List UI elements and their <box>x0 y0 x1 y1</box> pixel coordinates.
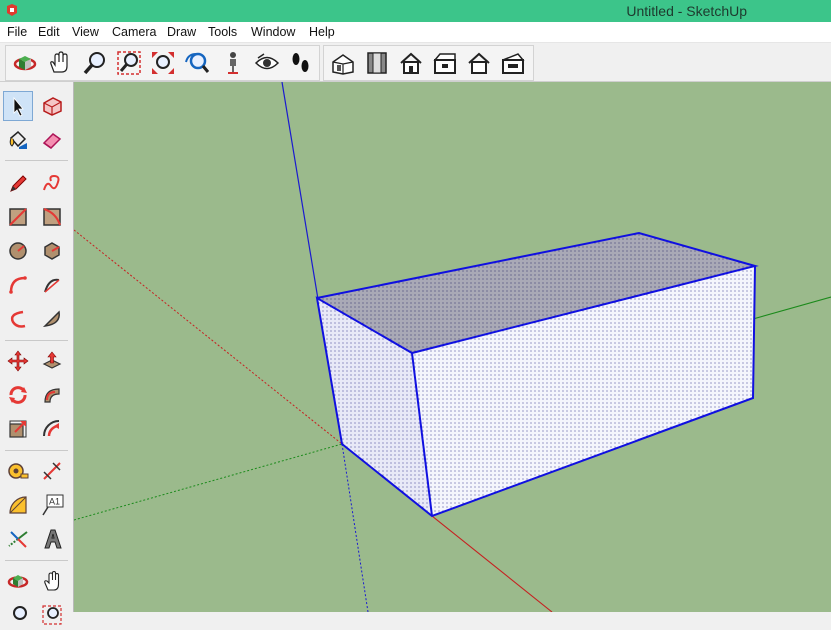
dimension-icon[interactable] <box>37 456 67 486</box>
make-component-icon[interactable] <box>37 91 67 121</box>
3d-text-icon[interactable] <box>37 524 67 554</box>
menu-tools[interactable]: Tools <box>208 25 237 39</box>
text-label-icon[interactable]: A1 <box>37 490 67 520</box>
menu-window[interactable]: Window <box>251 25 295 39</box>
zoom-window-icon[interactable] <box>37 600 67 630</box>
menu-help[interactable]: Help <box>309 25 335 39</box>
blue-axis-lower <box>341 443 369 612</box>
top-toolbar <box>0 43 831 82</box>
text-label-glyph: A1 <box>49 497 60 507</box>
back-view-icon[interactable] <box>464 48 494 78</box>
sketchup-logo-icon <box>7 4 17 16</box>
rotated-rectangle-icon[interactable] <box>37 202 67 232</box>
orbit-icon[interactable] <box>10 48 40 78</box>
pan-hand-icon[interactable] <box>44 48 74 78</box>
toolbar-separator <box>5 340 68 341</box>
menu-view[interactable]: View <box>72 25 99 39</box>
title-bar[interactable]: Untitled - SketchUp <box>0 0 831 22</box>
rotate-icon[interactable] <box>3 380 33 410</box>
drawing-viewport[interactable] <box>74 82 831 612</box>
right-view-icon[interactable] <box>430 48 460 78</box>
red-axis-negative <box>74 229 343 445</box>
views-toolbar <box>323 45 534 81</box>
iso-view-icon[interactable] <box>328 48 358 78</box>
menu-draw[interactable]: Draw <box>167 25 196 39</box>
protractor-icon[interactable] <box>3 490 33 520</box>
top-view-icon[interactable] <box>362 48 392 78</box>
front-view-icon[interactable] <box>396 48 426 78</box>
model-canvas[interactable] <box>74 82 831 612</box>
zoom-icon[interactable] <box>3 600 33 630</box>
toolbar-separator <box>5 560 68 561</box>
scale-icon[interactable] <box>3 414 33 444</box>
two-point-arc-icon[interactable] <box>37 270 67 300</box>
follow-me-icon[interactable] <box>37 380 67 410</box>
polygon-icon[interactable] <box>37 236 67 266</box>
axes-icon[interactable] <box>3 524 33 554</box>
previous-view-icon[interactable] <box>182 48 212 78</box>
menu-edit[interactable]: Edit <box>38 25 60 39</box>
green-axis-negative <box>74 443 343 521</box>
walk-icon[interactable] <box>286 48 316 78</box>
camera-toolbar <box>5 45 320 81</box>
pencil-line-icon[interactable] <box>3 168 33 198</box>
left-view-icon[interactable] <box>498 48 528 78</box>
toolbar-separator <box>5 160 68 161</box>
green-axis-positive <box>752 296 831 320</box>
menu-file[interactable]: File <box>7 25 27 39</box>
pan-hand-icon[interactable] <box>37 566 67 596</box>
toolbar-separator <box>5 450 68 451</box>
rectangle-icon[interactable] <box>3 202 33 232</box>
position-camera-icon[interactable] <box>218 48 248 78</box>
window-title: Untitled - SketchUp <box>626 3 747 19</box>
orbit-icon[interactable] <box>3 566 33 596</box>
menu-bar: File Edit View Camera Draw Tools Window … <box>0 22 831 43</box>
left-toolbar: A1 <box>0 82 74 625</box>
pie-icon[interactable] <box>37 304 67 334</box>
paint-bucket-icon[interactable] <box>3 125 33 155</box>
look-around-icon[interactable] <box>252 48 282 78</box>
select-arrow-icon[interactable] <box>3 91 33 121</box>
zoom-window-icon[interactable] <box>114 48 144 78</box>
offset-icon[interactable] <box>37 414 67 444</box>
tape-measure-icon[interactable] <box>3 456 33 486</box>
push-pull-icon[interactable] <box>37 346 67 376</box>
zoom-icon[interactable] <box>80 48 110 78</box>
menu-camera[interactable]: Camera <box>112 25 156 39</box>
three-point-arc-icon[interactable] <box>3 304 33 334</box>
move-icon[interactable] <box>3 346 33 376</box>
eraser-icon[interactable] <box>37 125 67 155</box>
zoom-extents-icon[interactable] <box>148 48 178 78</box>
arc-icon[interactable] <box>3 270 33 300</box>
circle-icon[interactable] <box>3 236 33 266</box>
freehand-icon[interactable] <box>37 168 67 198</box>
